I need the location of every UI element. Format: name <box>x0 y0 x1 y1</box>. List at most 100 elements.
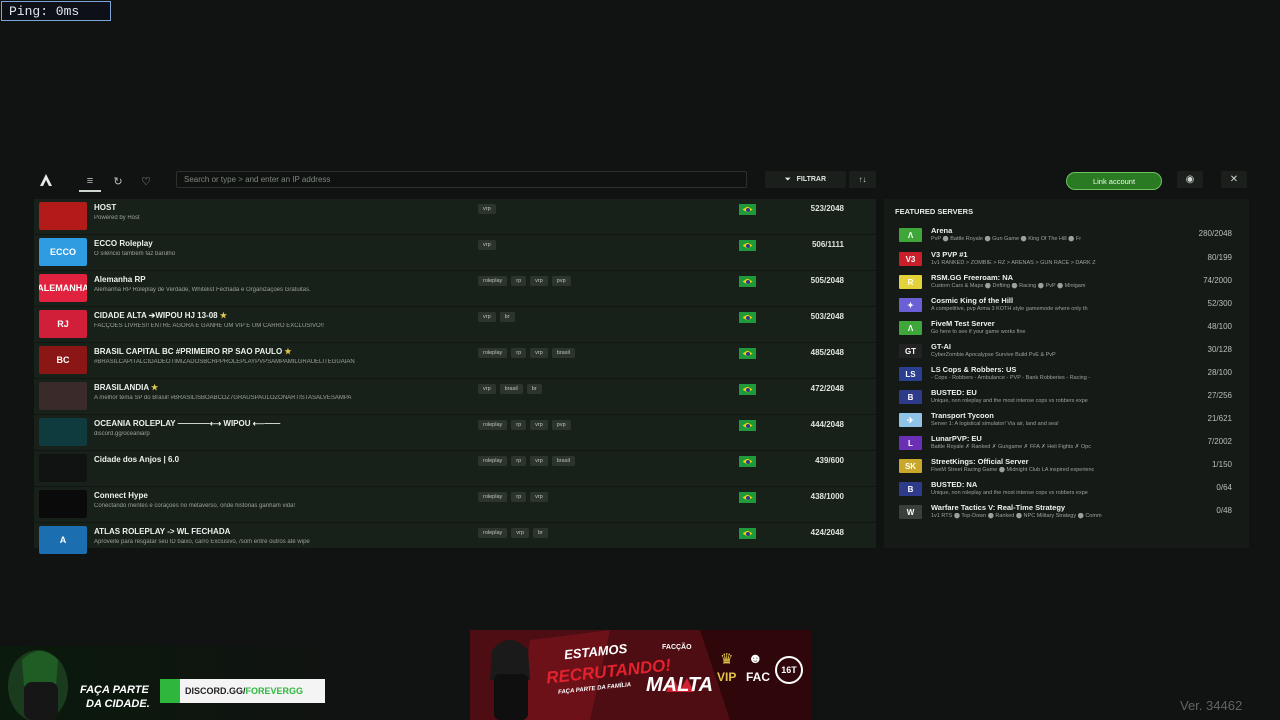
tab-favorites[interactable]: ♡ <box>135 172 157 190</box>
server-row[interactable]: A ATLAS ROLEPLAY -> WL FECHADA Aproveite… <box>34 523 876 559</box>
server-tag[interactable]: rp <box>511 456 527 466</box>
server-description: Powered by Host <box>94 215 140 221</box>
server-row[interactable]: OCEANIA ROLEPLAY ————⟷ WIPOU ⟵—— discord… <box>34 415 876 451</box>
server-tag[interactable]: roleplay <box>478 420 508 430</box>
server-tag[interactable]: brasil <box>551 348 575 358</box>
server-row[interactable]: Cidade dos Anjos | 6.0 roleplay rp vrp bras… <box>34 451 876 487</box>
server-thumbnail <box>39 202 87 230</box>
featured-server-name: BUSTED: NA <box>931 480 978 489</box>
promo-banner-left[interactable]: FAÇA PARTE DA CIDADE. DISCORD.GG/FOREVER… <box>0 646 330 720</box>
server-row[interactable]: ECCO ECCO Roleplay O silêncio também faz… <box>34 235 876 271</box>
server-player-count: 439/600 <box>815 456 844 465</box>
server-tag[interactable]: brasil <box>499 384 523 394</box>
server-description: O silêncio também faz barulho <box>94 251 176 257</box>
featured-server-name: Cosmic King of the Hill <box>931 296 1014 305</box>
server-tag[interactable]: pvp <box>551 420 571 430</box>
link-account-button[interactable]: Link account <box>1066 172 1162 190</box>
close-icon: ✕ <box>1229 174 1239 185</box>
filter-button[interactable]: ⏷ FILTRAR <box>765 171 846 188</box>
server-tag[interactable]: vrp <box>530 276 548 286</box>
server-tag[interactable]: vrp <box>478 204 496 214</box>
server-tag[interactable]: rp <box>511 420 527 430</box>
server-tag[interactable]: vrp <box>478 384 496 394</box>
server-name: BRASIL CAPITAL BC #PRIMEIRO RP SAO PAULO… <box>94 347 474 356</box>
featured-server-row[interactable]: Λ Arena PvP ⬤ Battle Royale ⬤ Gun Game ⬤… <box>899 225 1239 247</box>
server-tag[interactable]: br <box>532 528 548 538</box>
featured-server-row[interactable]: ✈ Transport Tycoon Server 1: A logistica… <box>899 410 1239 432</box>
server-name-text: OCEANIA ROLEPLAY ————⟷ WIPOU ⟵—— <box>94 419 281 428</box>
fivem-logo-icon[interactable] <box>38 173 54 187</box>
featured-server-player-count: 48/100 <box>1207 322 1232 331</box>
server-tag[interactable]: roleplay <box>478 456 508 466</box>
featured-server-row[interactable]: Λ FiveM Test Server Go here to see if yo… <box>899 318 1239 340</box>
server-row[interactable]: Connect Hype Conectando mentes e coraçõe… <box>34 487 876 523</box>
server-tag[interactable]: br <box>526 384 542 394</box>
server-row[interactable]: BRASILANDIA ★ A melhor tema SP do Brasil… <box>34 379 876 415</box>
server-tags: roleplay rp vrp brasil <box>478 456 575 466</box>
featured-server-row[interactable]: W Warfare Tactics V: Real-Time Strategy … <box>899 502 1239 524</box>
server-tags: roleplay rp vrp <box>478 492 548 502</box>
server-tag[interactable]: pvp <box>551 276 571 286</box>
server-tag[interactable]: vrp <box>530 492 548 502</box>
promo-banner-center[interactable]: ESTAMOS RECRUTANDO! FAÇA PARTE DA FAMÍLI… <box>470 630 812 720</box>
featured-server-icon: R <box>899 275 922 289</box>
featured-server-row[interactable]: R RSM.GG Freeroam: NA Custom Cars & Maps… <box>899 272 1239 294</box>
server-row[interactable]: RJ CIDADE ALTA ➔WIPOU HJ 13-08 ★ FACÇÕES… <box>34 307 876 343</box>
close-button[interactable]: ✕ <box>1221 171 1247 188</box>
server-tag[interactable]: br <box>499 312 515 322</box>
featured-server-row[interactable]: V3 V3 PVP #1 1v1 RANKED > ZOMBIE > RZ > … <box>899 249 1239 271</box>
featured-server-name: StreetKings: Official Server <box>931 457 1029 466</box>
featured-server-row[interactable]: GT GT-AI CyberZombie Apocalypse Survive … <box>899 341 1239 363</box>
server-row[interactable]: BC BRASIL CAPITAL BC #PRIMEIRO RP SAO PA… <box>34 343 876 379</box>
server-name-text: Alemanha RP <box>94 275 146 284</box>
server-tag[interactable]: brasil <box>551 456 575 466</box>
server-tag[interactable]: vrp <box>530 420 548 430</box>
server-name: CIDADE ALTA ➔WIPOU HJ 13-08 ★ <box>94 311 474 320</box>
featured-server-description: FiveM Street Racing Game ⬤ Midnight Club… <box>931 467 1095 473</box>
server-name-text: ECCO Roleplay <box>94 239 153 248</box>
featured-server-name: RSM.GG Freeroam: NA <box>931 273 1014 282</box>
featured-server-name: LS Cops & Robbers: US <box>931 365 1017 374</box>
server-tag[interactable]: vrp <box>530 348 548 358</box>
featured-server-row[interactable]: LS LS Cops & Robbers: US - Cops - Robber… <box>899 364 1239 386</box>
featured-server-row[interactable]: L LunarPVP: EU Battle Royale ✗ Ranked ✗ … <box>899 433 1239 455</box>
server-tag[interactable]: roleplay <box>478 348 508 358</box>
tab-history[interactable]: ↻ <box>107 172 129 190</box>
sort-button[interactable]: ↑↓ <box>849 171 876 188</box>
server-tag[interactable]: vrp <box>530 456 548 466</box>
server-tag[interactable]: vrp <box>478 312 496 322</box>
search-input[interactable] <box>176 171 747 188</box>
tab-all-servers[interactable]: ≡ <box>79 172 101 192</box>
featured-server-icon: B <box>899 390 922 404</box>
featured-server-icon: Λ <box>899 321 922 335</box>
server-tag[interactable]: rp <box>511 492 527 502</box>
server-tag[interactable]: rp <box>511 348 527 358</box>
server-name: Connect Hype <box>94 491 474 500</box>
ping-indicator: Ping: 0ms <box>1 1 111 21</box>
featured-server-description: Unique, non roleplay and the most intens… <box>931 398 1088 404</box>
server-player-count: 485/2048 <box>810 348 844 357</box>
server-thumbnail <box>39 382 87 410</box>
server-tag[interactable]: rp <box>511 276 527 286</box>
server-tag[interactable]: roleplay <box>478 528 508 538</box>
featured-server-icon: B <box>899 482 922 496</box>
brazil-flag-icon <box>739 276 756 287</box>
server-player-count: 438/1000 <box>810 492 844 501</box>
brazil-flag-icon <box>739 312 756 323</box>
server-tag[interactable]: vrp <box>511 528 529 538</box>
server-tag[interactable]: roleplay <box>478 276 508 286</box>
promo-center-faccao: FACÇÃO <box>662 644 692 651</box>
featured-server-row[interactable]: B BUSTED: EU Unique, non roleplay and th… <box>899 387 1239 409</box>
featured-server-row[interactable]: ✦ Cosmic King of the Hill A competitive,… <box>899 295 1239 317</box>
featured-server-row[interactable]: SK StreetKings: Official Server FiveM St… <box>899 456 1239 478</box>
promo-left-line1: FAÇA PARTE <box>80 684 149 696</box>
featured-server-icon: L <box>899 436 922 450</box>
visibility-button[interactable]: ◉ <box>1177 171 1203 188</box>
server-description: Aproveite para resgatar seu ID baixo, ca… <box>94 539 310 545</box>
server-tags: roleplay rp vrp pvp <box>478 420 571 430</box>
server-tag[interactable]: roleplay <box>478 492 508 502</box>
featured-server-row[interactable]: B BUSTED: NA Unique, non roleplay and th… <box>899 479 1239 501</box>
server-row[interactable]: ALEMANHA Alemanha RP Alemanha RP Rolepla… <box>34 271 876 307</box>
server-tag[interactable]: vrp <box>478 240 496 250</box>
server-row[interactable]: HOST Powered by Host vrp 523/2048 <box>34 199 876 235</box>
